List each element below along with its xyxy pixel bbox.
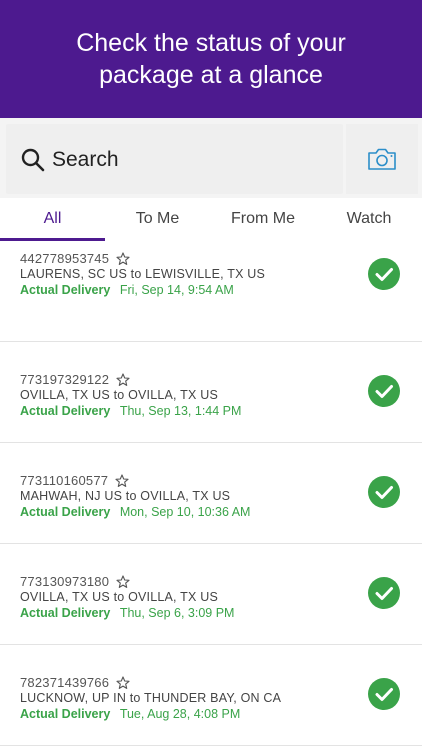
delivered-check-icon xyxy=(368,678,400,710)
promo-title: Check the status of your package at a gl… xyxy=(76,29,346,89)
shipment-list: 442778953745 LAURENS, SC US to LEWISVILL… xyxy=(0,241,422,746)
tab-watch[interactable]: Watch xyxy=(316,198,422,240)
route-text: OVILLA, TX US to OVILLA, TX US xyxy=(20,388,218,402)
star-icon[interactable] xyxy=(116,675,130,690)
search-input[interactable]: Search xyxy=(6,124,343,194)
tab-from-me[interactable]: From Me xyxy=(210,198,316,240)
star-icon[interactable] xyxy=(116,251,130,266)
delivered-check-icon xyxy=(368,375,400,407)
star-icon[interactable] xyxy=(115,473,129,488)
delivered-check-icon xyxy=(368,258,400,290)
camera-scan-button[interactable] xyxy=(346,124,418,194)
tracking-number: 773110160577 xyxy=(20,473,109,488)
shipment-row[interactable]: 773197329122 OVILLA, TX US to OVILLA, TX… xyxy=(0,342,422,443)
tracking-number: 782371439766 xyxy=(20,675,110,690)
camera-icon xyxy=(368,148,396,170)
shipment-row[interactable]: 782371439766 LUCKNOW, UP IN to THUNDER B… xyxy=(0,645,422,746)
star-icon[interactable] xyxy=(116,372,130,387)
tracking-number: 773130973180 xyxy=(20,574,110,589)
status-label: Actual Delivery xyxy=(20,707,111,721)
status-date: Tue, Aug 28, 4:08 PM xyxy=(119,707,241,721)
star-icon[interactable] xyxy=(116,574,130,589)
search-label: Search xyxy=(52,148,119,171)
shipment-row[interactable]: 442778953745 LAURENS, SC US to LEWISVILL… xyxy=(0,241,422,342)
tab-all[interactable]: All xyxy=(0,198,105,240)
route-text: LAURENS, SC US to LEWISVILLE, TX US xyxy=(20,267,266,281)
search-bar: Search xyxy=(0,118,422,198)
status-date: Thu, Sep 6, 3:09 PM xyxy=(119,606,235,620)
shipment-row[interactable]: 773110160577 MAHWAH, NJ US to OVILLA, TX… xyxy=(0,443,422,544)
status-date: Thu, Sep 13, 1:44 PM xyxy=(119,404,242,418)
tracking-number: 773197329122 xyxy=(20,372,110,387)
route-text: MAHWAH, NJ US to OVILLA, TX US xyxy=(20,489,231,503)
route-text: OVILLA, TX US to OVILLA, TX US xyxy=(20,590,218,604)
filter-tabs: All To Me From Me Watch xyxy=(0,198,422,240)
promo-header: Check the status of your package at a gl… xyxy=(0,0,422,118)
status-date: Fri, Sep 14, 9:54 AM xyxy=(119,283,234,297)
shipment-row[interactable]: 773130973180 OVILLA, TX US to OVILLA, TX… xyxy=(0,544,422,645)
status-label: Actual Delivery xyxy=(20,404,111,418)
delivered-check-icon xyxy=(368,476,400,508)
route-text: LUCKNOW, UP IN to THUNDER BAY, ON CA xyxy=(20,691,282,705)
status-label: Actual Delivery xyxy=(20,606,111,620)
status-label: Actual Delivery xyxy=(20,283,111,297)
delivered-check-icon xyxy=(368,577,400,609)
status-label: Actual Delivery xyxy=(20,505,111,519)
tracking-number: 442778953745 xyxy=(20,251,110,266)
tab-to-me[interactable]: To Me xyxy=(105,198,210,240)
search-icon xyxy=(21,148,45,172)
status-date: Mon, Sep 10, 10:36 AM xyxy=(119,505,251,519)
